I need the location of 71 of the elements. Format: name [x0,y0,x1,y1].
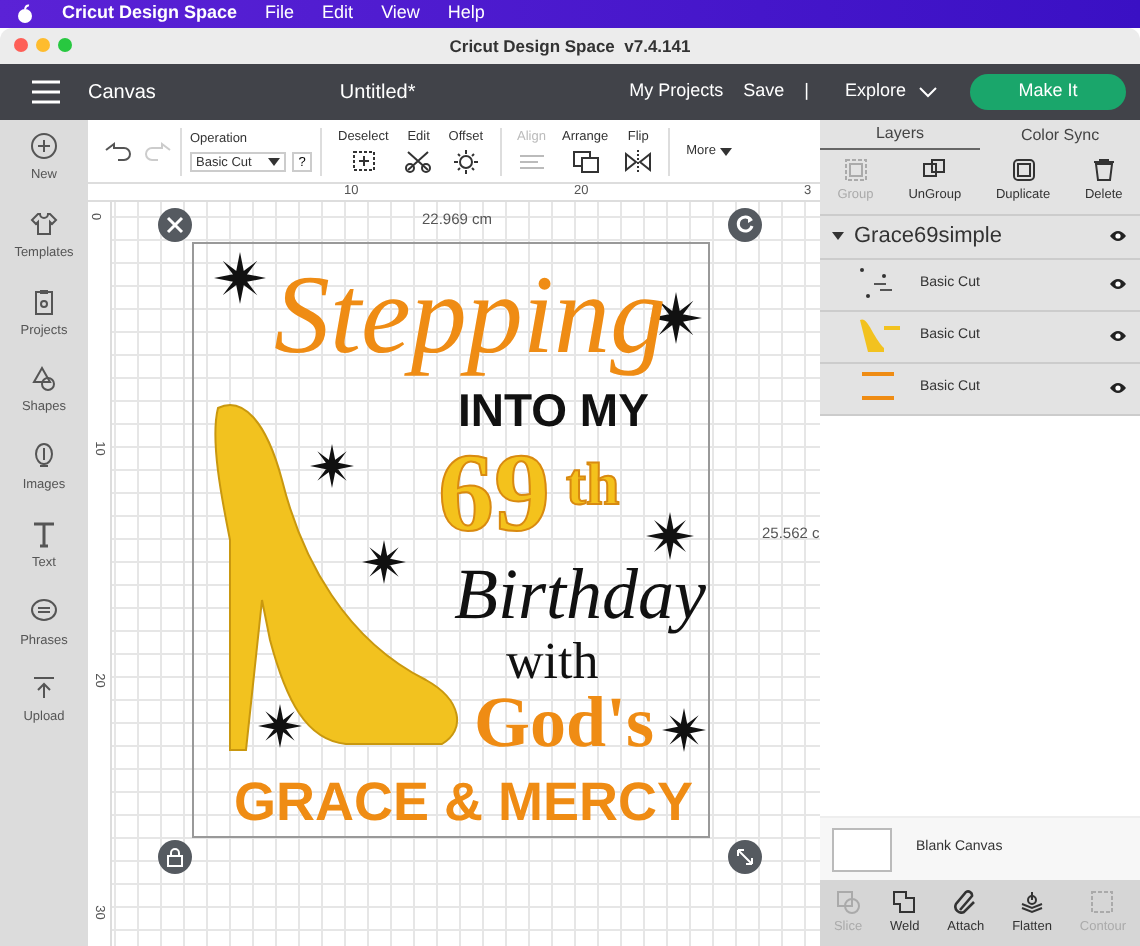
chevron-down-icon[interactable] [918,86,938,98]
explore-menu[interactable]: Explore [844,78,906,106]
sparkle-icon [362,540,406,584]
plus-circle-icon [30,132,58,160]
canvas-swatch[interactable] [832,827,892,871]
layer-group-name: Grace69simple [854,222,1004,252]
sparkle-icon [258,704,302,748]
close-icon [164,214,186,236]
undo-icon[interactable] [104,141,132,161]
layer-group[interactable]: Grace69simple [820,215,1140,260]
menu-item[interactable]: Help [447,0,485,28]
duplicate-icon [1011,158,1036,182]
caret-icon [268,158,280,167]
canvas-handle[interactable] [728,840,762,874]
shirt-icon [30,209,58,238]
group-icon [843,158,868,182]
shapes-icon [29,364,58,393]
eye-icon[interactable] [1108,380,1128,397]
eye-icon[interactable] [1108,276,1128,293]
number-lettering: th [566,452,620,520]
paperclip-icon [953,889,978,914]
scissors-icon [404,150,433,175]
flip-icon [624,150,653,175]
shoe-thumbnail [856,316,904,357]
header-link[interactable]: Save [743,78,785,106]
separator: | [804,78,809,105]
arrange-icon [571,150,600,175]
script-lettering: Birthday [454,552,706,636]
clipboard-icon [29,287,58,315]
rotate-icon [734,214,756,236]
panel-tab[interactable]: Color Sync [980,120,1140,150]
menu-item[interactable]: File [265,0,295,28]
header-link[interactable]: My Projects [629,78,724,106]
layers-icon [1020,889,1044,914]
lightbulb-icon [29,442,58,470]
speech-bubble-icon [29,597,58,625]
align-icon [517,150,546,175]
upload-icon [29,674,58,703]
app-menu[interactable]: Cricut Design Space [62,0,238,28]
window-title: Cricut Design Space v7.4.141 [449,33,691,59]
slice-icon [836,889,861,914]
caret-icon [719,147,732,155]
canvas-handle[interactable] [158,208,192,242]
canvas-handle[interactable] [728,208,762,242]
block-lettering: GRACE & MERCY [234,772,694,834]
menu-item[interactable]: View [381,0,420,28]
project-title: Untitled* [339,79,416,107]
eye-icon[interactable] [1108,228,1128,245]
sparkle-icon [646,512,694,560]
sun-icon [451,150,480,175]
sparkle-icon [214,252,266,304]
section-title: Canvas [88,79,156,107]
script-lettering: Stepping [274,252,666,380]
lock-icon [164,846,186,868]
menu-item[interactable]: Edit [322,0,354,28]
canvas-handle[interactable] [158,840,192,874]
menu-icon[interactable] [32,80,60,104]
selection-icon [349,150,378,175]
apple-logo-icon[interactable] [16,4,34,24]
weld-icon [892,889,917,914]
resize-icon [734,846,756,868]
sparkle-icon [662,708,706,752]
text-icon [30,519,58,548]
eye-icon[interactable] [1108,328,1128,345]
contour-icon [1090,889,1115,914]
trash-icon [1091,158,1116,182]
panel-tab[interactable]: Layers [820,120,980,150]
sparkle-icon [310,444,354,488]
ungroup-icon [922,158,947,182]
close-button[interactable] [14,38,28,52]
caret-icon[interactable] [832,230,844,243]
